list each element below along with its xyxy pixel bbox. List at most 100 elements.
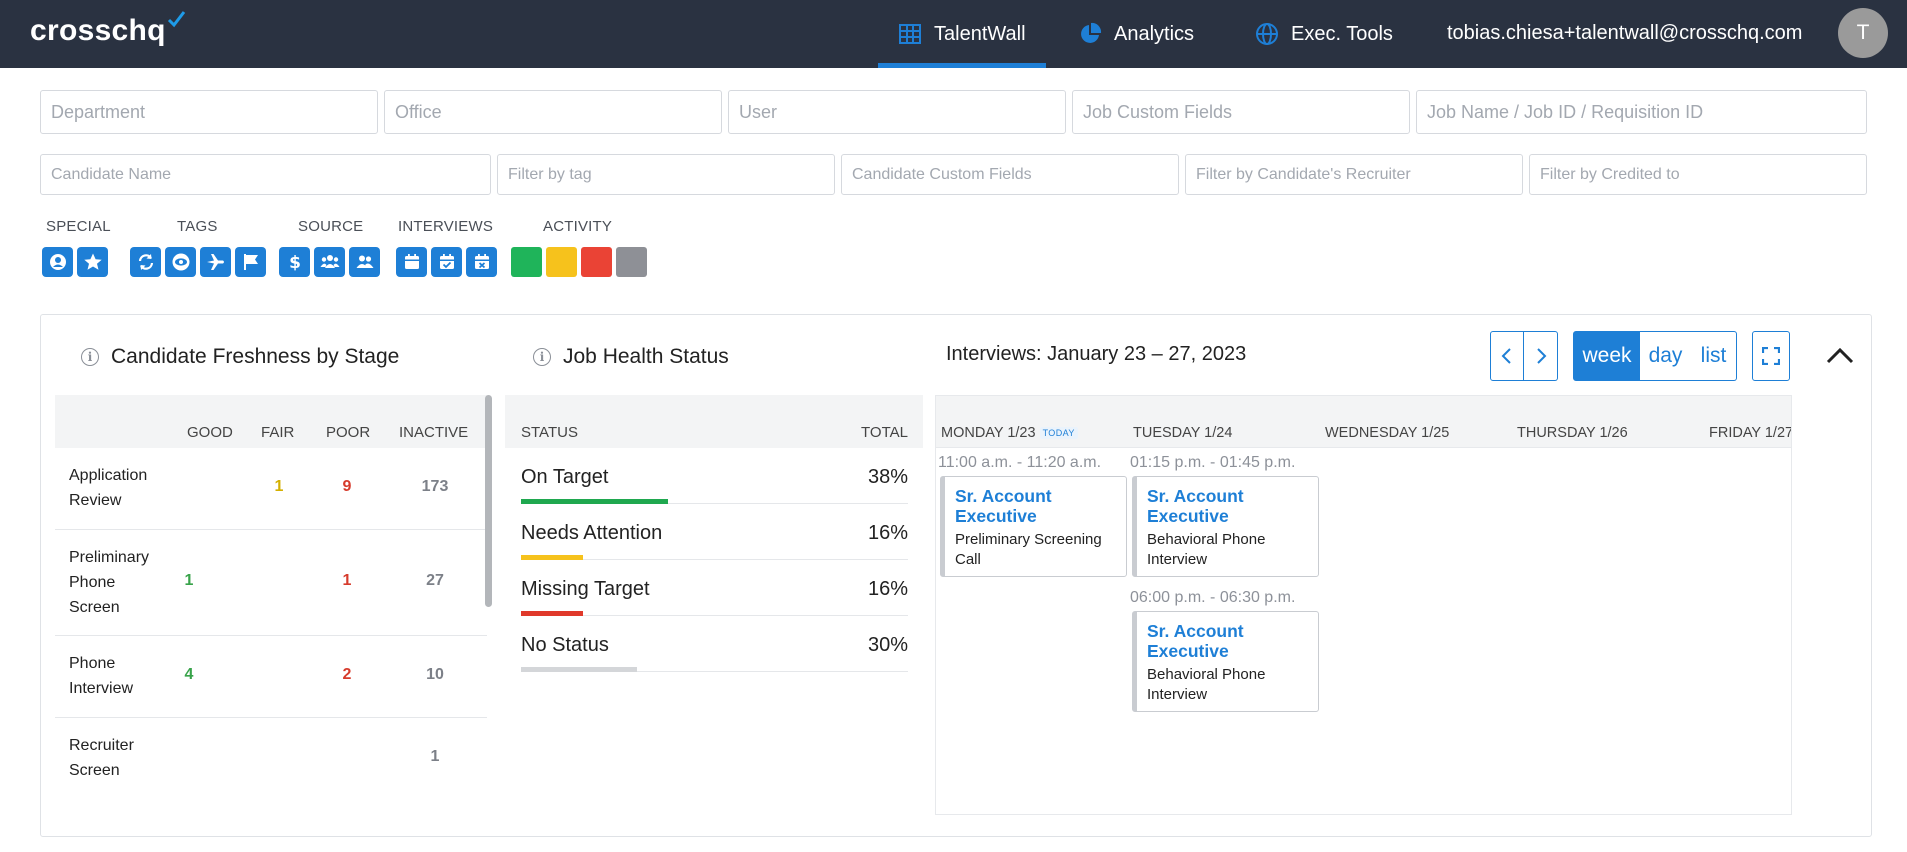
- activity-yellow-button[interactable]: [546, 247, 577, 277]
- activity-red-button[interactable]: [581, 247, 612, 277]
- day-header-friday[interactable]: FRIDAY 1/27: [1709, 425, 1791, 441]
- stage-label-line: Application: [69, 467, 148, 484]
- fair-count[interactable]: 1: [259, 478, 299, 496]
- health-row-no-status[interactable]: No Status 30%: [521, 616, 908, 672]
- globe-icon: [1256, 23, 1278, 45]
- health-label: On Target: [521, 466, 609, 488]
- view-day-button[interactable]: day: [1640, 331, 1692, 381]
- poor-count[interactable]: 9: [327, 478, 367, 496]
- source-dollar-button[interactable]: $: [279, 247, 310, 277]
- info-icon[interactable]: i: [533, 348, 551, 366]
- user-filter[interactable]: [728, 90, 1066, 134]
- health-label: Needs Attention: [521, 522, 663, 544]
- event-time: 01:15 p.m. - 01:45 p.m.: [1130, 454, 1296, 471]
- interview-scheduled-button[interactable]: [431, 247, 462, 277]
- inactive-count[interactable]: 173: [415, 478, 455, 496]
- col-status: STATUS: [521, 424, 578, 441]
- source-group-button[interactable]: [314, 247, 345, 277]
- freshness-row-recruiter-screen[interactable]: Recruiter Screen 1: [55, 718, 487, 797]
- view-week-button[interactable]: week: [1573, 331, 1641, 381]
- job-health-title-text: Job Health Status: [563, 345, 729, 368]
- refresh-icon: [138, 254, 153, 270]
- col-total: TOTAL: [861, 424, 908, 441]
- nav-talentwall[interactable]: TalentWall: [878, 0, 1046, 68]
- source-group-label: SOURCE: [298, 218, 364, 235]
- candidate-recruiter-filter[interactable]: [1185, 154, 1523, 195]
- credited-to-filter[interactable]: [1529, 154, 1867, 195]
- special-user-button[interactable]: [42, 247, 73, 277]
- activity-green-button[interactable]: [511, 247, 542, 277]
- nav-exec-tools[interactable]: Exec. Tools: [1235, 0, 1413, 68]
- good-count[interactable]: 4: [169, 666, 209, 684]
- col-inactive: INACTIVE: [399, 424, 469, 441]
- crosschq-logo[interactable]: crosschq: [30, 11, 185, 48]
- freshness-table: GOOD FAIR POOR INACTIVE Application Revi…: [55, 395, 487, 797]
- interview-event[interactable]: Sr. Account Executive Behavioral Phone I…: [1132, 611, 1319, 712]
- activity-gray-button[interactable]: [616, 247, 647, 277]
- good-count[interactable]: 1: [169, 572, 209, 590]
- tag-refresh-button[interactable]: [130, 247, 161, 277]
- calendar-week-view: MONDAY 1/23 TODAY TUESDAY 1/24 WEDNESDAY …: [935, 395, 1792, 815]
- special-star-button[interactable]: [77, 247, 108, 277]
- tag-eye-button[interactable]: [165, 247, 196, 277]
- health-percent: 38%: [867, 466, 908, 488]
- event-subtitle: Preliminary Screening Call: [955, 531, 1102, 568]
- info-icon[interactable]: i: [81, 348, 99, 366]
- interview-event[interactable]: Sr. Account Executive Preliminary Screen…: [940, 476, 1127, 577]
- inactive-count[interactable]: 1: [415, 748, 455, 766]
- inactive-count[interactable]: 27: [415, 572, 455, 590]
- health-percent: 30%: [867, 634, 908, 656]
- freshness-scrollbar[interactable]: [485, 395, 492, 607]
- poor-count[interactable]: 1: [327, 572, 367, 590]
- stage-label-line: Screen: [69, 762, 120, 779]
- health-row-missing-target[interactable]: Missing Target 16%: [521, 560, 908, 616]
- dashboard-panel: i Candidate Freshness by Stage GOOD FAIR…: [40, 314, 1872, 837]
- event-title[interactable]: Sr. Account Executive: [1147, 486, 1308, 526]
- event-title[interactable]: Sr. Account Executive: [955, 486, 1116, 526]
- job-name-filter[interactable]: [1416, 90, 1867, 134]
- health-label: Missing Target: [521, 578, 650, 600]
- user-circle-icon: [49, 254, 66, 270]
- day-header-thursday[interactable]: THURSDAY 1/26: [1517, 425, 1628, 441]
- tag-plane-button[interactable]: [200, 247, 231, 277]
- source-referral-button[interactable]: [349, 247, 380, 277]
- health-row-needs-attention[interactable]: Needs Attention 16%: [521, 504, 908, 560]
- interview-cancelled-button[interactable]: [466, 247, 497, 277]
- calendar-prev-button[interactable]: [1490, 331, 1524, 381]
- freshness-title: i Candidate Freshness by Stage: [81, 345, 399, 369]
- svg-text:$: $: [289, 253, 301, 272]
- tag-filter[interactable]: [497, 154, 835, 195]
- poor-count[interactable]: 2: [327, 666, 367, 684]
- candidate-name-filter[interactable]: [40, 154, 491, 195]
- freshness-row-application-review[interactable]: Application Review 1 9 173: [55, 448, 487, 530]
- health-row-on-target[interactable]: On Target 38%: [521, 448, 908, 504]
- department-filter[interactable]: [40, 90, 378, 134]
- fullscreen-button[interactable]: [1752, 331, 1790, 381]
- avatar[interactable]: T: [1838, 8, 1888, 58]
- office-filter[interactable]: [384, 90, 722, 134]
- calendar-x-icon: [474, 254, 489, 269]
- day-header-tuesday[interactable]: TUESDAY 1/24: [1133, 425, 1232, 441]
- freshness-row-preliminary-phone-screen[interactable]: Preliminary Phone Screen 1 1 27: [55, 530, 487, 636]
- day-header-wednesday[interactable]: WEDNESDAY 1/25: [1325, 425, 1449, 441]
- calendar-next-button[interactable]: [1524, 331, 1558, 381]
- freshness-title-text: Candidate Freshness by Stage: [111, 345, 400, 368]
- job-custom-fields-filter[interactable]: [1072, 90, 1410, 134]
- interview-calendar-button[interactable]: [396, 247, 427, 277]
- user-email[interactable]: tobias.chiesa+talentwall@crosschq.com: [1447, 22, 1802, 45]
- tag-flag-button[interactable]: [235, 247, 266, 277]
- chevron-up-icon[interactable]: [1825, 341, 1855, 371]
- nav-analytics[interactable]: Analytics: [1058, 0, 1214, 68]
- freshness-row-phone-interview[interactable]: Phone Interview 4 2 10: [55, 636, 487, 718]
- day-header-monday[interactable]: MONDAY 1/23 TODAY: [941, 425, 1078, 441]
- calendar-check-icon: [439, 254, 454, 269]
- col-fair: FAIR: [261, 424, 295, 441]
- health-percent: 16%: [867, 522, 908, 544]
- flag-icon: [243, 254, 258, 270]
- interview-event[interactable]: Sr. Account Executive Behavioral Phone I…: [1132, 476, 1319, 577]
- stage-label-line: Review: [69, 492, 122, 509]
- view-list-button[interactable]: list: [1691, 331, 1737, 381]
- event-title[interactable]: Sr. Account Executive: [1147, 621, 1308, 661]
- inactive-count[interactable]: 10: [415, 666, 455, 684]
- candidate-custom-fields-filter[interactable]: [841, 154, 1179, 195]
